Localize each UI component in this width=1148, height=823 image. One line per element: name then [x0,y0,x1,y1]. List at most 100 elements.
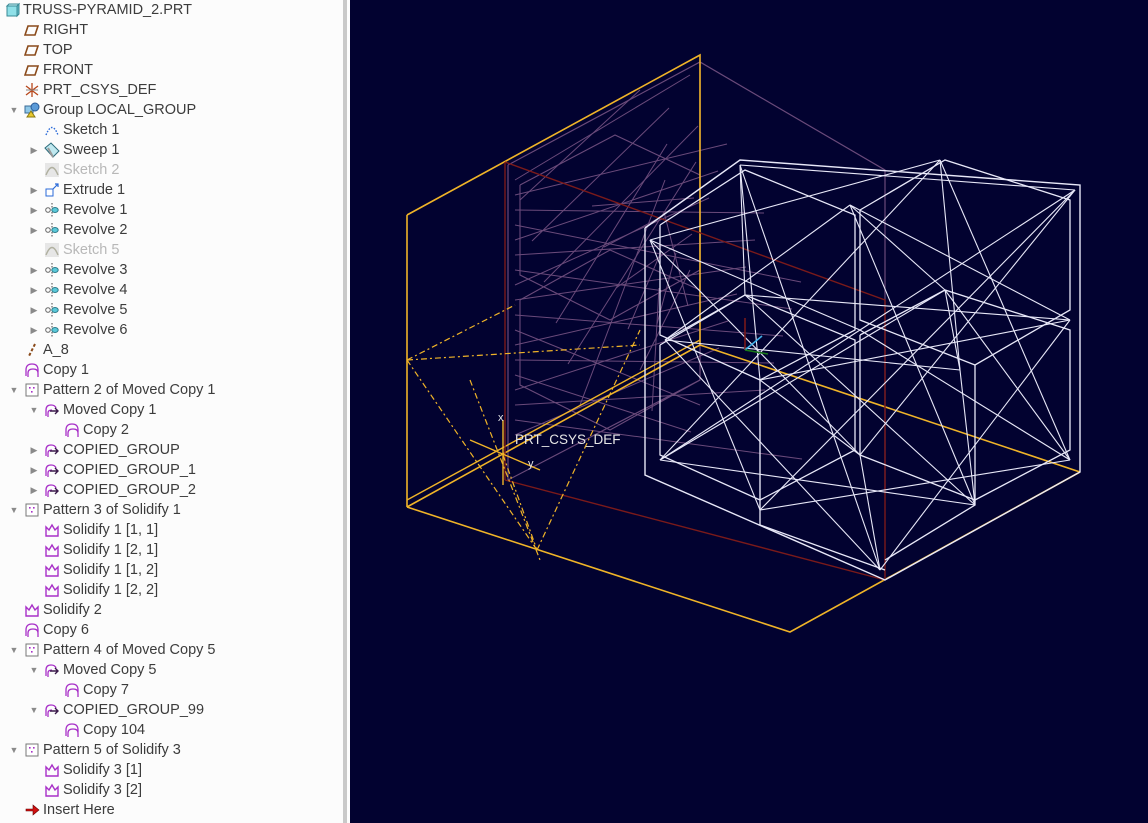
back-box-edge [507,61,886,490]
collapse-arrow-icon[interactable]: ▼ [8,380,20,400]
tree-item-label: Revolve 4 [63,282,128,298]
csys-icon [24,82,40,98]
tree-item[interactable]: ▼ Pattern 4 of Moved Copy 5 [8,640,216,660]
tree-item[interactable]: ▼ Moved Copy 5 [28,660,157,680]
collapse-arrow-icon[interactable]: ▼ [8,740,20,760]
tree-item[interactable]: ▶ COPIED_GROUP_1 [28,460,196,480]
tree-item-label: Copy 2 [83,422,129,438]
tree-item[interactable]: ▶ COPIED_GROUP [28,440,180,460]
tree-item[interactable]: Solidify 3 [2] [28,780,142,800]
tree-item[interactable]: Copy 1 [8,360,89,380]
tree-item[interactable]: ▼ Pattern 3 of Solidify 1 [8,500,181,520]
collapse-arrow-icon[interactable]: ▼ [8,100,20,120]
tree-item-label: Group LOCAL_GROUP [43,102,197,118]
tree-item[interactable]: Insert Here [8,800,115,820]
expand-arrow-icon[interactable]: ▶ [28,480,40,500]
tree-item[interactable]: ▶ Revolve 2 [28,220,128,240]
tree-item[interactable]: Solidify 1 [1, 1] [28,520,158,540]
tree-item[interactable]: FRONT [8,60,93,80]
front-strut [944,289,961,371]
tree-item[interactable]: ▶ Revolve 6 [28,320,128,340]
tree-item[interactable]: ▼ Group LOCAL_GROUP [8,100,197,120]
tree-item[interactable]: RIGHT [8,20,88,40]
revolve-icon [44,222,60,238]
back-strut [514,320,729,391]
tree-item[interactable]: Copy 6 [8,620,89,640]
tree-item[interactable]: ▶ Revolve 4 [28,280,128,300]
back-strut [514,143,728,196]
tree-item[interactable]: ▶ Revolve 5 [28,300,128,320]
expand-arrow-icon[interactable]: ▶ [28,200,40,220]
tree-item-label: Solidify 3 [1] [63,762,142,778]
expand-arrow-icon[interactable]: ▶ [28,140,40,160]
front-strut [664,339,961,371]
tree-item[interactable]: TOP [8,40,73,60]
solidify-icon [24,602,40,618]
tree-item[interactable]: Copy 7 [48,680,129,700]
tree-item[interactable]: Solidify 3 [1] [28,760,142,780]
insert-here-icon [24,802,40,818]
tree-item-label: COPIED_GROUP [63,442,180,458]
tree-item[interactable]: Solidify 1 [2, 2] [28,580,158,600]
front-strut [849,204,1071,321]
tree-item-label: RIGHT [43,22,89,38]
sweep-icon [44,142,60,158]
tree-item[interactable]: ▼ Pattern 2 of Moved Copy 1 [8,380,216,400]
tree-item[interactable]: ▶ COPIED_GROUP_2 [28,480,196,500]
expand-arrow-icon[interactable]: ▶ [28,180,40,200]
tree-item[interactable]: ▼ Pattern 5 of Solidify 3 [8,740,181,760]
tree-item[interactable]: ▶ Revolve 1 [28,200,128,220]
tree-item[interactable]: ▼ COPIED_GROUP_99 [28,700,205,720]
expand-arrow-icon[interactable]: ▶ [28,440,40,460]
tree-item[interactable]: Sketch 5 [28,240,119,260]
tree-item[interactable]: PRT_CSYS_DEF [8,80,156,100]
csys-label: PRT_CSYS_DEF [515,432,621,447]
tree-item[interactable]: ▶ Revolve 3 [28,260,128,280]
expand-arrow-icon[interactable]: ▶ [28,260,40,280]
datum-axis [406,344,641,361]
tree-item[interactable]: ▶ Sweep 1 [28,140,120,160]
tree-item[interactable]: A_8 [8,340,69,360]
moved-copy-icon [44,462,60,478]
tree-item-label: PRT_CSYS_DEF [43,82,157,98]
copy-icon [64,682,80,698]
collapse-arrow-icon[interactable]: ▼ [8,640,20,660]
expand-arrow-icon[interactable]: ▶ [28,320,40,340]
collapse-arrow-icon[interactable]: ▼ [28,400,40,420]
tree-item[interactable]: Copy 2 [48,420,129,440]
expand-arrow-icon[interactable]: ▶ [28,460,40,480]
tree-item[interactable]: ▶ Extrude 1 [28,180,126,200]
tree-item[interactable]: ▼ Moved Copy 1 [28,400,157,420]
tree-root-label: TRUSS-PYRAMID_2.PRT [23,2,192,18]
expand-arrow-icon[interactable]: ▶ [28,280,40,300]
tree-item-label: TOP [43,42,73,58]
tree-item[interactable]: Sketch 1 [28,120,119,140]
tree-root[interactable]: TRUSS-PYRAMID_2.PRT [4,0,192,20]
graphics-viewport[interactable]: PRT_CSYS_DEF x y [350,0,1148,823]
pattern-icon [24,642,40,658]
tree-item[interactable]: Solidify 1 [1, 2] [28,560,158,580]
tree-item-label: COPIED_GROUP_2 [63,482,196,498]
tree-item[interactable]: Copy 104 [48,720,145,740]
copy-icon [64,722,80,738]
tree-item[interactable]: Sketch 2 [28,160,119,180]
expand-arrow-icon[interactable]: ▶ [28,300,40,320]
collapse-arrow-icon[interactable]: ▼ [28,700,40,720]
tree-item-label: Copy 7 [83,682,129,698]
datum-plane-edge [406,471,1081,633]
model-tree[interactable]: TRUSS-PYRAMID_2.PRT RIGHT TOP FRONT PRT_CSY… [0,0,343,823]
collapse-arrow-icon[interactable]: ▼ [8,500,20,520]
pattern-icon [24,502,40,518]
tree-item[interactable]: Solidify 2 [8,600,102,620]
datum-plane-icon [24,22,40,38]
tree-item[interactable]: Solidify 1 [2, 1] [28,540,158,560]
front-strut [664,339,881,571]
tree-item-label: Solidify 1 [1, 1] [63,522,159,538]
back-strut [514,389,766,406]
expand-arrow-icon[interactable]: ▶ [28,220,40,240]
front-strut [664,204,851,341]
wireframe-model [406,53,1081,633]
datum-axis [406,304,516,361]
collapse-arrow-icon[interactable]: ▼ [28,660,40,680]
revolve-icon [44,302,60,318]
